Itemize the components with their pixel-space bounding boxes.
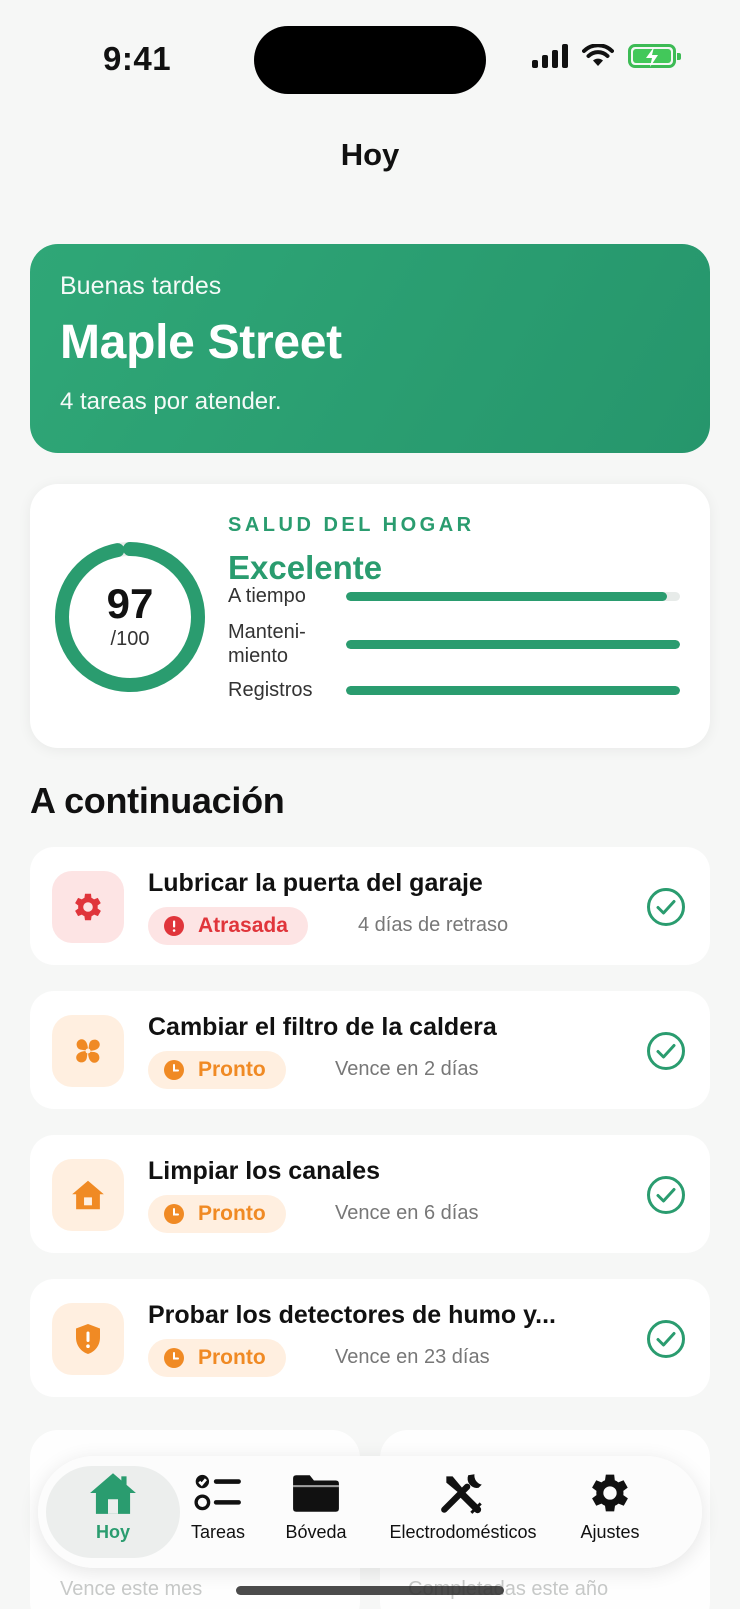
tab-label: Hoy: [95, 1522, 130, 1542]
metric-bar: [346, 639, 680, 649]
health-score: 97: [106, 580, 154, 627]
status-badge: Pronto: [148, 1339, 286, 1377]
clock-icon: [164, 1204, 184, 1224]
metric-bar: [346, 591, 680, 601]
section-title: A continuación: [30, 780, 285, 821]
status-badge-label: Pronto: [198, 1058, 266, 1081]
greeting-text: Buenas tardes: [60, 272, 222, 300]
task-due: Vence en 6 días: [335, 1202, 479, 1224]
task-title: Probar los detectores de humo y...: [148, 1301, 556, 1329]
gear-icon: [592, 1474, 628, 1512]
folder-icon: [293, 1475, 339, 1512]
wifi-icon: [582, 44, 614, 66]
tab-label: Bóveda: [285, 1522, 347, 1542]
metric-bar-fill: [346, 685, 680, 695]
metric-records: Registros: [228, 678, 690, 702]
tab-appliances[interactable]: Electrodomésticos: [378, 1470, 548, 1543]
tab-label: Ajustes: [580, 1522, 640, 1542]
health-score-max: /100: [110, 628, 150, 650]
metric-label: A tiempo: [228, 585, 306, 607]
task-card[interactable]: Limpiar los canales Pronto Vence en 6 dí…: [30, 1135, 710, 1253]
status-badge: Atrasada: [148, 907, 308, 945]
status-badge-label: Atrasada: [198, 914, 288, 937]
tools-icon: [441, 1474, 482, 1514]
task-title: Cambiar el filtro de la caldera: [148, 1013, 497, 1041]
metric-maintenance: Manteni- miento: [228, 620, 690, 668]
status-icons: [532, 44, 681, 68]
greeting-card: Buenas tardes Maple Street 4 tareas por …: [30, 244, 710, 453]
status-badge-label: Pronto: [198, 1202, 266, 1225]
status-badge-label: Pronto: [198, 1346, 266, 1369]
checklist-icon: [194, 1474, 241, 1511]
health-status: Excelente: [228, 549, 383, 586]
metric-label: Manteni- miento: [228, 621, 306, 667]
tab-label: Electrodomésticos: [389, 1522, 537, 1542]
status-badge: Pronto: [148, 1051, 286, 1089]
tab-label: Tareas: [190, 1522, 246, 1542]
tab-tasks[interactable]: Tareas: [178, 1470, 258, 1543]
task-title: Limpiar los canales: [148, 1157, 381, 1185]
task-due: 4 días de retraso: [358, 914, 509, 936]
dynamic-island: [254, 26, 486, 94]
status-time: 9:41: [103, 40, 172, 77]
house-icon: [52, 1159, 124, 1231]
metric-bar-fill: [346, 639, 680, 649]
health-eyebrow: SALUD DEL HOGAR: [228, 514, 475, 536]
tasks-summary: 4 tareas por atender.: [60, 388, 282, 415]
clock-icon: [164, 1348, 184, 1368]
task-title: Lubricar la puerta del garaje: [148, 869, 483, 897]
alert-icon: [164, 916, 184, 936]
summary-caption: Vence este mes: [60, 1578, 203, 1600]
complete-check-icon[interactable]: [646, 1175, 686, 1215]
metric-on-time: A tiempo: [228, 584, 690, 608]
metric-label: Registros: [228, 679, 313, 701]
home-name: Maple Street: [60, 316, 342, 369]
gear-icon: [52, 871, 124, 943]
shield-alert-icon: [52, 1303, 124, 1375]
clock-icon: [164, 1060, 184, 1080]
complete-check-icon[interactable]: [646, 1031, 686, 1071]
battery-icon: [628, 44, 681, 68]
screen: 9:41 Hoy Buenas tardes Maple Street 4 ta…: [0, 0, 740, 1609]
complete-check-icon[interactable]: [646, 887, 686, 927]
fan-icon: [52, 1015, 124, 1087]
signal-icon: [532, 44, 568, 68]
tab-settings[interactable]: Ajustes: [570, 1470, 650, 1543]
task-card[interactable]: Cambiar el filtro de la caldera Pronto V…: [30, 991, 710, 1109]
tab-bar: Hoy Tareas Bóveda Electrodomésticos Ajus…: [38, 1456, 702, 1568]
status-badge: Pronto: [148, 1195, 286, 1233]
house-icon: [90, 1473, 136, 1514]
page-title: Hoy: [340, 137, 400, 172]
home-indicator: [236, 1586, 504, 1595]
tab-vault[interactable]: Bóveda: [276, 1470, 356, 1543]
complete-check-icon[interactable]: [646, 1319, 686, 1359]
tab-today[interactable]: Hoy: [66, 1470, 160, 1543]
task-card[interactable]: Probar los detectores de humo y... Pront…: [30, 1279, 710, 1397]
home-health-card[interactable]: 97 /100 SALUD DEL HOGAR Excelente A tiem…: [30, 484, 710, 748]
metric-bar: [346, 685, 680, 695]
task-card[interactable]: Lubricar la puerta del garaje Atrasada 4…: [30, 847, 710, 965]
metric-bar-fill: [346, 591, 667, 601]
task-due: Vence en 23 días: [335, 1346, 490, 1368]
task-due: Vence en 2 días: [335, 1058, 479, 1080]
